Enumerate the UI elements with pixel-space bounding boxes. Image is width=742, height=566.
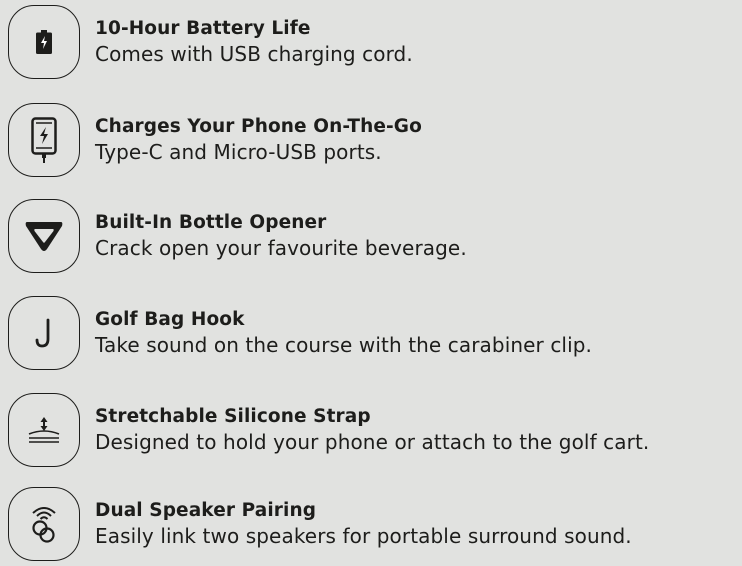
bottle-opener-icon xyxy=(8,199,80,273)
feature-text: Built-In Bottle Opener Crack open your f… xyxy=(95,211,467,261)
speaker-pairing-icon xyxy=(8,487,80,561)
feature-description: Comes with USB charging cord. xyxy=(95,42,413,66)
feature-title: Charges Your Phone On-The-Go xyxy=(95,116,422,137)
feature-text: Stretchable Silicone Strap Designed to h… xyxy=(95,405,649,455)
phone-charging-icon xyxy=(8,103,80,177)
feature-description: Type-C and Micro-USB ports. xyxy=(95,140,382,164)
battery-icon xyxy=(8,5,80,79)
feature-title: Built-In Bottle Opener xyxy=(95,212,327,233)
feature-title: Dual Speaker Pairing xyxy=(95,500,317,521)
feature-title: 10-Hour Battery Life xyxy=(95,18,311,39)
feature-text: Charges Your Phone On-The-Go Type-C and … xyxy=(95,115,422,165)
feature-item-silicone-strap: Stretchable Silicone Strap Designed to h… xyxy=(0,393,742,467)
feature-title: Stretchable Silicone Strap xyxy=(95,406,371,427)
feature-description: Crack open your favourite beverage. xyxy=(95,236,467,260)
feature-title: Golf Bag Hook xyxy=(95,309,245,330)
feature-description: Easily link two speakers for portable su… xyxy=(95,524,632,548)
feature-text: Golf Bag Hook Take sound on the course w… xyxy=(95,308,592,358)
hook-icon xyxy=(8,296,80,370)
feature-description: Take sound on the course with the carabi… xyxy=(95,333,592,357)
feature-item-bottle-opener: Built-In Bottle Opener Crack open your f… xyxy=(0,199,742,273)
feature-item-phone-charging: Charges Your Phone On-The-Go Type-C and … xyxy=(0,103,742,177)
feature-item-golf-hook: Golf Bag Hook Take sound on the course w… xyxy=(0,296,742,370)
stretch-strap-icon xyxy=(8,393,80,467)
feature-text: Dual Speaker Pairing Easily link two spe… xyxy=(95,499,632,549)
feature-item-speaker-pairing: Dual Speaker Pairing Easily link two spe… xyxy=(0,487,742,561)
feature-description: Designed to hold your phone or attach to… xyxy=(95,430,650,454)
feature-text: 10-Hour Battery Life Comes with USB char… xyxy=(95,17,413,67)
feature-item-battery: 10-Hour Battery Life Comes with USB char… xyxy=(0,5,742,79)
